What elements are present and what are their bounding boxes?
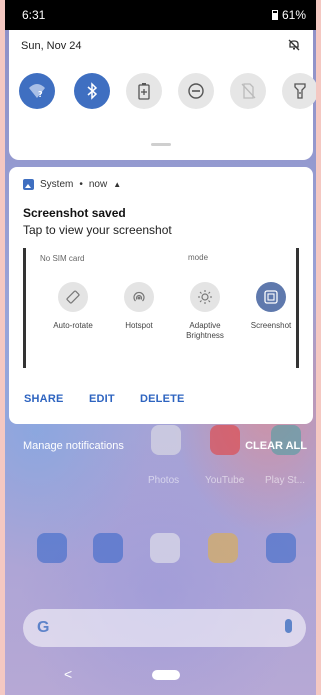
status-right: 61% [271,8,306,22]
qs-date: Sun, Nov 24 [21,40,82,52]
preview-brightness-tile [190,282,220,312]
flashlight-tile[interactable] [282,73,316,109]
preview-screenshot-tile [256,282,286,312]
search-bar: G [23,609,306,647]
hotspot-icon [133,291,145,302]
delete-button[interactable]: DELETE [140,393,185,405]
auto-rotate-icon [66,290,80,304]
notification-header: System • now ▲ [23,179,121,190]
preview-auto-rotate-tile [58,282,88,312]
brightness-icon [198,290,212,304]
preview-label-adaptive-brightness: Adaptive Brightness [186,321,224,340]
preview-no-sim: No SIM card [40,254,85,263]
preview-label-hotspot: Hotspot [125,321,153,330]
app-label-youtube: YouTube [205,475,245,486]
screenshot-icon [264,290,278,304]
sim-tile[interactable] [230,73,266,109]
battery-icon [271,10,278,20]
mic-icon [285,619,292,633]
alarm-off-icon [288,39,300,51]
dnd-tile[interactable] [178,73,214,109]
notification-app-name: System [40,179,74,190]
preview-label-auto-rotate: Auto-rotate [53,321,93,330]
clear-all-button[interactable]: CLEAR ALL [245,440,307,452]
youtube-app-icon [210,425,240,455]
gmail-app-icon [150,533,180,563]
google-g-icon: G [37,619,50,636]
photos-app-icon [151,425,181,455]
no-sim-icon [241,83,256,99]
chrome-app-icon [208,533,238,563]
home-button[interactable] [152,670,180,680]
screenshot-preview[interactable]: No SIM card mode Auto-rotate Hotspot Ada… [23,248,299,368]
messages-app-icon [93,533,123,563]
chevron-up-icon[interactable]: ▲ [113,180,121,189]
phone-screen: 6:31 61% Sun, Nov 24 ? System • now ▲ Sc… [5,0,316,695]
preview-label-screenshot: Screenshot [250,321,292,330]
wifi-tile[interactable]: ? [19,73,55,109]
bluetooth-icon [87,82,98,100]
battery-percent: 61% [281,8,306,22]
notification-title: Screenshot saved [23,206,126,220]
wifi-icon: ? [29,84,45,99]
back-button[interactable]: < [64,666,72,682]
separator-dot: • [79,179,83,190]
screenshot-notification[interactable]: System • now ▲ Screenshot saved Tap to v… [9,167,313,424]
camera-app-icon [266,533,296,563]
do-not-disturb-icon [188,83,204,99]
status-bar: 6:31 61% [5,0,316,30]
manage-notifications-button[interactable]: Manage notifications [23,440,124,452]
quick-settings-panel: Sun, Nov 24 ? [9,30,316,160]
battery-saver-tile[interactable] [126,73,162,109]
preview-mode: mode [188,253,209,262]
bluetooth-tile[interactable] [74,73,110,109]
notification-text: Tap to view your screenshot [23,223,172,237]
preview-hotspot-tile [124,282,154,312]
image-icon [23,179,34,190]
status-time: 6:31 [22,8,46,22]
qs-drag-handle[interactable] [151,143,171,146]
edit-button[interactable]: EDIT [89,393,115,405]
app-label-play-store: Play St... [265,475,306,486]
phone-app-icon [37,533,67,563]
flashlight-icon [294,83,306,99]
share-button[interactable]: SHARE [24,393,64,405]
notification-time: now [88,179,108,190]
app-label-photos: Photos [148,475,180,486]
battery-saver-icon [138,83,150,100]
svg-text:?: ? [38,90,43,99]
